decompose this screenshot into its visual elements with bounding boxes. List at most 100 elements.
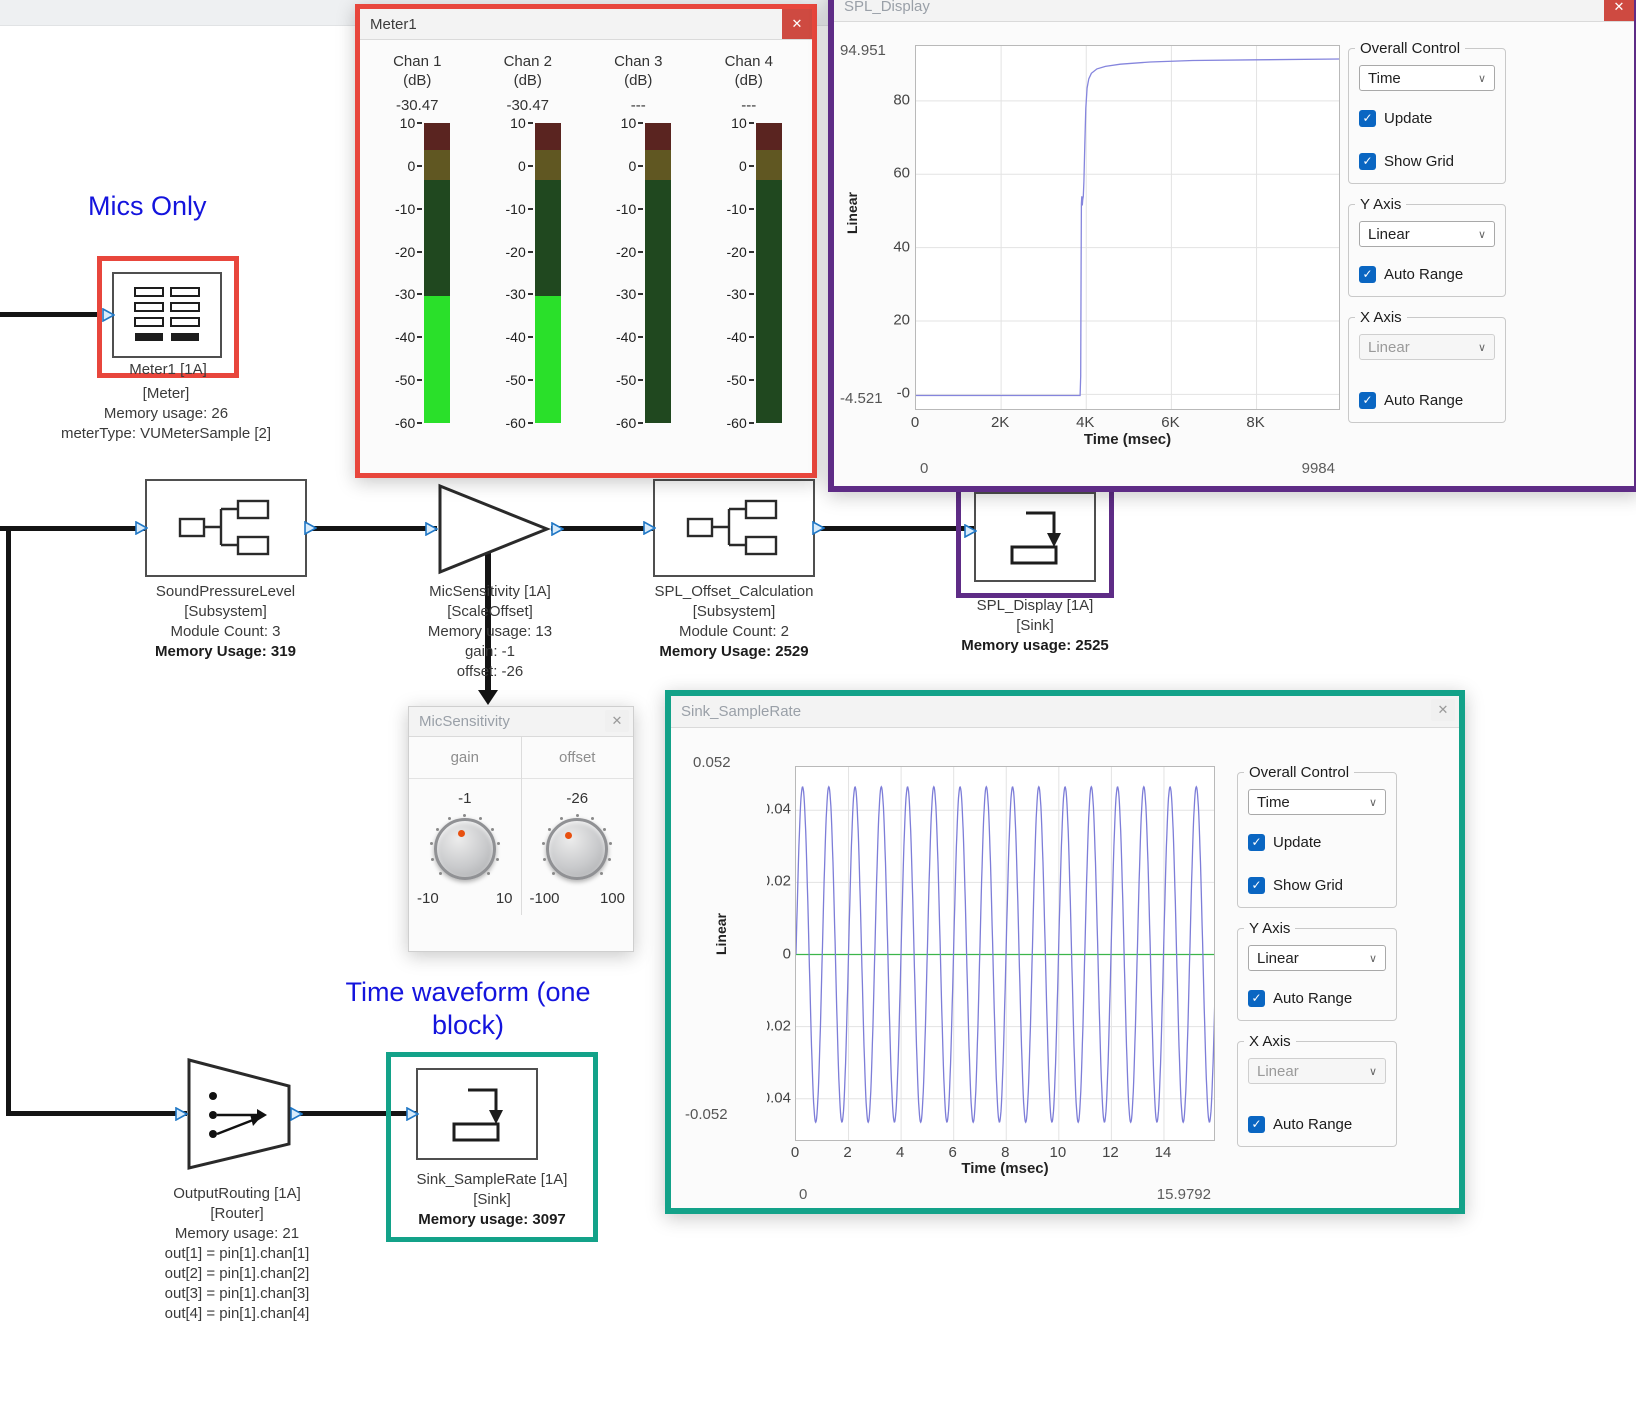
close-icon[interactable]: ✕ <box>1431 699 1455 721</box>
spl-display-window-titlebar[interactable]: SPL_Display ✕ <box>834 0 1634 22</box>
sink-samplerate-window-titlebar[interactable]: Sink_SampleRate ✕ <box>671 696 1459 728</box>
input-pin[interactable] <box>175 1107 188 1121</box>
gain-knob[interactable] <box>427 811 503 887</box>
meter-bar <box>756 123 782 423</box>
checkbox-checked-icon: ✓ <box>1248 877 1265 894</box>
spl-display-block[interactable] <box>974 492 1096 582</box>
close-icon[interactable]: ✕ <box>1604 0 1634 21</box>
y-auto-range-checkbox[interactable]: ✓ Auto Range <box>1248 990 1386 1007</box>
x-range-row: 0 15.9792 <box>799 1186 1211 1203</box>
scaleoffset-triangle-icon <box>437 483 551 575</box>
input-pin[interactable] <box>135 521 148 535</box>
knob-face[interactable] <box>546 818 608 880</box>
x-tick-labels: 02K4K6K8K <box>915 414 1340 432</box>
checkbox-label: Show Grid <box>1384 153 1454 170</box>
show-grid-checkbox[interactable]: ✓ Show Grid <box>1359 153 1495 170</box>
channel-value: -30.47 <box>473 97 584 114</box>
caption-line: [Sink] <box>925 616 1145 636</box>
x-axis-group: X Axis Linear ∨ ✓ Auto Range <box>1237 1041 1397 1147</box>
checkbox-label: Update <box>1273 834 1321 851</box>
input-pin[interactable] <box>643 521 656 535</box>
micsensitivity-block[interactable] <box>437 483 551 575</box>
overall-control-group: Overall Control Time ∨ ✓ Update ✓ Show G… <box>1348 48 1506 184</box>
wire-micsensitivity-to-offset[interactable] <box>551 526 653 531</box>
group-title: Overall Control <box>1355 40 1465 57</box>
outputrouting-block[interactable] <box>187 1058 291 1170</box>
checkbox-label: Show Grid <box>1273 877 1343 894</box>
soundpressurelevel-block[interactable] <box>145 479 307 577</box>
caption-line: MicSensitivity [1A] <box>390 582 590 602</box>
checkbox-label: Auto Range <box>1273 1116 1352 1133</box>
input-pin[interactable] <box>102 308 115 322</box>
x-axis-dropdown[interactable]: Linear ∨ <box>1248 1058 1386 1084</box>
x-auto-range-checkbox[interactable]: ✓ Auto Range <box>1359 392 1495 409</box>
channel-name: Chan 1 <box>362 52 473 71</box>
wire-source-to-meter[interactable] <box>0 312 100 317</box>
output-pin[interactable] <box>812 521 825 535</box>
wire-router-to-sink[interactable] <box>293 1111 416 1116</box>
x-auto-range-checkbox[interactable]: ✓ Auto Range <box>1248 1116 1386 1133</box>
x-range-end: 9984 <box>1302 460 1335 477</box>
y-axis-group: Y Axis Linear ∨ ✓ Auto Range <box>1348 204 1506 297</box>
caption-line: Module Count: 2 <box>628 622 840 642</box>
caption-line: [Router] <box>137 1204 337 1224</box>
output-pin[interactable] <box>304 521 317 535</box>
y-auto-range-checkbox[interactable]: ✓ Auto Range <box>1359 266 1495 283</box>
meter1-window-titlebar[interactable]: Meter1 ✕ <box>360 9 812 40</box>
wire-to-router[interactable] <box>6 1111 187 1116</box>
wire-vertical-trunk[interactable] <box>6 526 11 1116</box>
caption-line: Sink_SampleRate [1A] <box>392 1170 592 1190</box>
close-icon[interactable]: ✕ <box>605 710 629 732</box>
meter-bar <box>645 123 671 423</box>
input-pin[interactable] <box>964 524 977 538</box>
show-grid-checkbox[interactable]: ✓ Show Grid <box>1248 877 1386 894</box>
output-pin[interactable] <box>290 1107 303 1121</box>
sink-samplerate-block[interactable] <box>416 1068 538 1160</box>
caption-line: [Subsystem] <box>128 602 323 622</box>
spl-plot[interactable] <box>915 45 1340 410</box>
offset-knob[interactable] <box>539 811 615 887</box>
meter-bar <box>535 123 561 423</box>
checkbox-checked-icon: ✓ <box>1248 1116 1265 1133</box>
meter1-block[interactable] <box>112 272 222 358</box>
wire-offset-to-spldisplay[interactable] <box>817 526 974 531</box>
overall-control-dropdown[interactable]: Time ∨ <box>1359 65 1495 91</box>
wire-source-to-spl[interactable] <box>0 526 145 531</box>
meter1-block-label: Meter1 [1A] <box>97 360 239 380</box>
chevron-down-icon: ∨ <box>1478 72 1486 85</box>
update-checkbox[interactable]: ✓ Update <box>1248 834 1386 851</box>
soundpressurelevel-caption: SoundPressureLevel [Subsystem] Module Co… <box>128 582 323 662</box>
close-icon[interactable]: ✕ <box>782 9 812 39</box>
spl-scope-content: 94.951 Linear -4.521 80604020-0 02K4K6K8… <box>834 22 1634 486</box>
knob-label: gain <box>409 737 521 779</box>
knob-face[interactable] <box>434 818 496 880</box>
x-axis-label: Time (msec) <box>915 431 1340 448</box>
dropdown-value: Linear <box>1257 1063 1299 1080</box>
meter-icon <box>129 284 205 346</box>
y-axis-dropdown[interactable]: Linear ∨ <box>1359 221 1495 247</box>
chevron-down-icon: ∨ <box>1369 952 1377 965</box>
input-pin[interactable] <box>425 522 438 536</box>
sink-samplerate-window: Sink_SampleRate ✕ 0.052 Linear -0.052 0.… <box>665 690 1465 1214</box>
window-title: SPL_Display <box>844 0 930 15</box>
caption-line: Memory usage: 2525 <box>925 636 1145 656</box>
overall-control-dropdown[interactable]: Time ∨ <box>1248 789 1386 815</box>
spl-offset-calculation-block[interactable] <box>653 479 815 577</box>
sink-plot[interactable] <box>795 766 1215 1141</box>
dropdown-value: Time <box>1368 70 1401 87</box>
input-pin[interactable] <box>406 1107 419 1121</box>
micsensitivity-window-titlebar[interactable]: MicSensitivity ✕ <box>409 707 633 737</box>
update-checkbox[interactable]: ✓ Update <box>1359 110 1495 127</box>
checkbox-checked-icon: ✓ <box>1359 110 1376 127</box>
meter-level-fill <box>535 296 561 423</box>
wire-spl-to-micsensitivity[interactable] <box>307 526 437 531</box>
channel-unit: (dB) <box>362 71 473 90</box>
channel-unit: (dB) <box>473 71 584 90</box>
meter-level-fill <box>424 296 450 423</box>
channel-value: --- <box>694 97 805 114</box>
knob-range: -100 100 <box>522 890 634 907</box>
output-pin[interactable] <box>551 522 564 536</box>
y-axis-dropdown[interactable]: Linear ∨ <box>1248 945 1386 971</box>
group-title: Overall Control <box>1244 764 1354 781</box>
x-axis-dropdown[interactable]: Linear ∨ <box>1359 334 1495 360</box>
